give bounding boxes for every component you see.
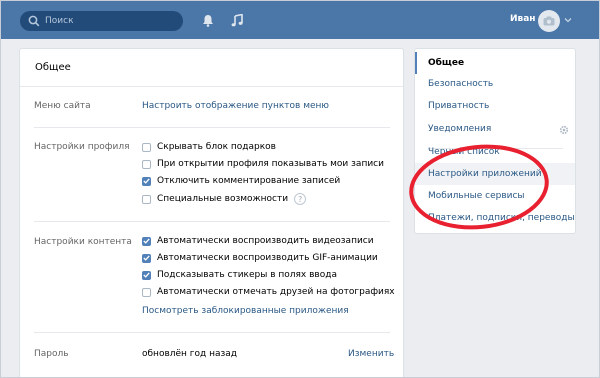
divider [34,332,390,333]
checkbox-tag-friends[interactable]: Автоматически отмечать друзей на фотогра… [142,287,395,297]
menu-item-blacklist[interactable]: Черный список [415,141,575,163]
menu-setting-label: Меню сайта [34,101,91,111]
checkbox-autoplay-gif[interactable]: Автоматически воспроизводить GIF-анимаци… [142,253,378,263]
camera-icon [543,16,555,26]
settings-card: Общее Меню сайта Настроить отображение п… [19,48,404,377]
page-title: Общее [35,62,71,73]
checkbox-hide-gifts[interactable]: Скрывать блок подарков [142,142,276,152]
user-name[interactable]: Иван [510,14,536,24]
check-icon [143,238,150,244]
content-settings-label: Настройки контента [34,237,132,247]
checkbox-autoplay-video[interactable]: Автоматически воспроизводить видеозаписи [142,236,374,246]
help-icon[interactable]: ? [294,193,307,205]
checkbox-disable-comments[interactable]: Отключить комментирование записей [142,176,340,186]
search-input[interactable] [45,16,175,26]
menu-item-app-settings[interactable]: Настройки приложений [415,163,575,185]
configure-menu-link[interactable]: Настроить отображение пунктов меню [142,101,329,111]
checkbox[interactable] [142,253,151,263]
checkbox[interactable] [142,142,151,152]
checkbox[interactable] [142,287,151,297]
check-icon [143,178,150,184]
checkbox-show-my-posts[interactable]: При открытии профиля показывать мои запи… [142,159,384,169]
search-box[interactable] [20,11,183,31]
checkbox-suggest-stickers[interactable]: Подсказывать стикеры в полях ввода [142,270,337,280]
password-updated-value: обновлён год назад [142,349,238,359]
check-icon [143,272,150,278]
divider [34,127,390,128]
checkbox[interactable] [142,236,151,246]
menu-item-security[interactable]: Безопасность [415,73,575,95]
menu-item-notifications[interactable]: Уведомления [415,118,575,140]
search-icon [28,15,40,27]
top-bar: Иван [1,1,599,39]
profile-settings-label: Настройки профиля [34,142,130,152]
checkbox[interactable] [142,194,151,204]
change-password-link[interactable]: Изменить [348,349,394,359]
checkbox-accessibility[interactable]: Специальные возможности ? [142,193,307,205]
blocked-apps-link[interactable]: Посмотреть заблокированные приложения [142,306,349,316]
checkbox[interactable] [142,270,151,280]
chevron-down-icon[interactable] [564,16,572,26]
avatar[interactable] [538,10,560,32]
card-header: Общее [20,49,403,87]
password-label: Пароль [34,349,69,359]
check-icon [143,255,150,261]
menu-item-payments[interactable]: Платежи, подписки, переводы [415,207,575,229]
menu-item-general[interactable]: Общее [415,52,575,74]
music-icon[interactable] [231,13,243,30]
menu-item-privacy[interactable]: Приватность [415,95,575,117]
menu-item-mobile-services[interactable]: Мобильные сервисы [415,185,575,207]
divider [34,221,390,222]
settings-menu: Общее Безопасность Приватность Уведомлен… [414,48,576,234]
checkbox[interactable] [142,159,151,169]
bell-icon[interactable] [202,14,214,30]
gear-icon[interactable] [559,125,569,138]
checkbox[interactable] [142,176,151,186]
vk-settings-page: Иван Общее Меню сайта Настроить отображе… [0,0,600,378]
